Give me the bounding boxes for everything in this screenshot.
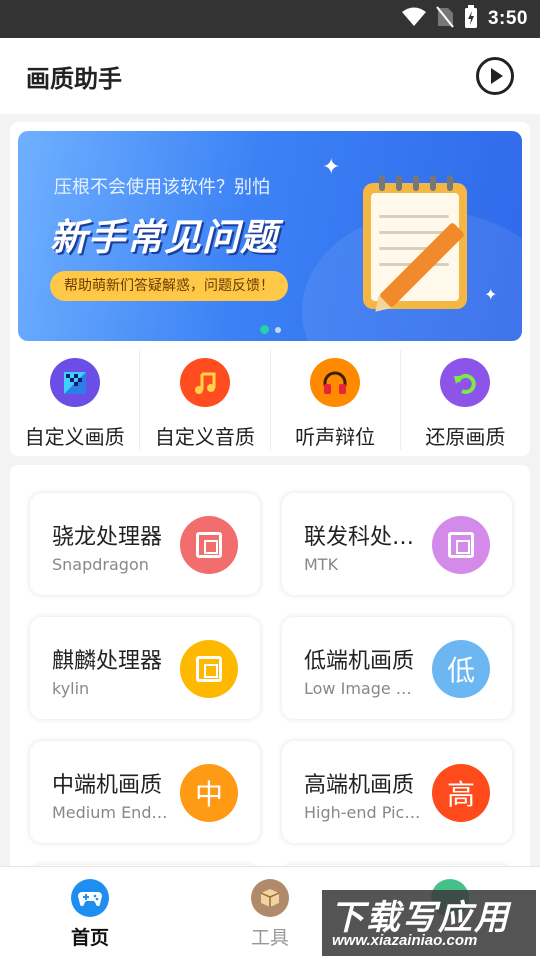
- banner-carousel[interactable]: 压根不会使用该软件？别怕 新手常见问题 帮助萌新们答疑解惑，问题反馈！ ✦ ✦: [18, 131, 522, 341]
- clock: 3:50: [487, 8, 528, 29]
- status-bar: 3:50: [0, 0, 540, 38]
- nav-tab-label: 首页: [70, 927, 109, 949]
- tile-low-end[interactable]: 低端机画质 Low Image Quality 低: [282, 617, 512, 719]
- watermark-url: www.xiazainiao.com: [332, 932, 478, 949]
- tile-high-end[interactable]: 高端机画质 High-end Picture Quality 高: [282, 741, 512, 843]
- quick-action-label: 自定义音质: [154, 425, 255, 449]
- tile-title: 中端机画质: [52, 773, 163, 798]
- carousel-dot-active: [260, 325, 269, 334]
- tile-subtitle: Medium End Quality: [52, 803, 170, 822]
- chip-icon: [180, 640, 238, 698]
- banner-headline: 新手常见问题: [50, 216, 278, 259]
- quick-action-label: 还原画质: [425, 425, 506, 449]
- quick-action-custom-picture[interactable]: 自定义画质: [10, 350, 141, 450]
- mid-badge-icon: 中: [180, 764, 238, 822]
- page-title: 画质助手: [26, 64, 122, 93]
- box-icon: [251, 879, 289, 917]
- tile-title: 骁龙处理器: [52, 525, 163, 550]
- nav-tab-label: 工具: [250, 927, 289, 949]
- sparkle-icon: ✦: [322, 155, 341, 180]
- picture-quality-icon: [49, 358, 100, 407]
- carousel-indicator: [260, 325, 281, 334]
- tile-subtitle: High-end Picture Quality: [304, 803, 422, 822]
- quick-action-custom-audio[interactable]: 自定义音质: [140, 350, 271, 450]
- nav-tab-home[interactable]: 首页: [0, 867, 180, 960]
- banner-subtitle: 压根不会使用该软件？别怕: [54, 177, 270, 198]
- carousel-dot: [275, 326, 281, 333]
- quick-actions: 自定义画质 自定义音质 听声辩位 还原画质: [10, 350, 530, 450]
- tile-mtk[interactable]: 联发科处理器 MTK: [282, 493, 512, 595]
- headphones-icon: [310, 358, 361, 407]
- high-badge-icon: 高: [432, 764, 490, 822]
- banner-pill: 帮助萌新们答疑解惑，问题反馈！: [50, 271, 288, 301]
- tile-subtitle: Snapdragon: [52, 555, 149, 574]
- low-badge-icon: 低: [432, 640, 490, 698]
- tile-subtitle: kylin: [52, 679, 90, 698]
- undo-icon: [440, 358, 491, 407]
- music-note-icon: [179, 358, 230, 407]
- chip-icon: [432, 516, 490, 574]
- tile-title: 麒麟处理器: [52, 649, 163, 674]
- no-sim-icon: [436, 6, 454, 32]
- tile-title: 高端机画质: [304, 773, 415, 798]
- top-card: 压根不会使用该软件？别怕 新手常见问题 帮助萌新们答疑解惑，问题反馈！ ✦ ✦: [10, 122, 530, 456]
- quick-action-restore-picture[interactable]: 还原画质: [401, 350, 530, 450]
- tile-snapdragon[interactable]: 骁龙处理器 Snapdragon: [30, 493, 260, 595]
- gamepad-icon: [71, 879, 109, 917]
- tile-subtitle: Low Image Quality: [304, 679, 422, 698]
- tile-subtitle: MTK: [304, 555, 339, 574]
- tile-kylin[interactable]: 麒麟处理器 kylin: [30, 617, 260, 719]
- tile-mid-end[interactable]: 中端机画质 Medium End Quality 中: [30, 741, 260, 843]
- watermark: 下载写应用 www.xiazainiao.com: [322, 890, 536, 956]
- wifi-icon: [401, 7, 426, 31]
- quick-action-sound-locate[interactable]: 听声辩位: [271, 350, 401, 450]
- preset-grid: 骁龙处理器 Snapdragon 联发科处理器 MTK 麒麟处理器 kylin …: [10, 465, 530, 885]
- play-circle-icon[interactable]: [476, 57, 514, 95]
- quick-action-label: 自定义画质: [24, 425, 125, 449]
- quick-action-label: 听声辩位: [295, 425, 376, 449]
- chip-icon: [180, 516, 238, 574]
- battery-charging-icon: [464, 5, 478, 33]
- tile-title: 联发科处理器: [304, 525, 416, 550]
- app-bar: 画质助手: [0, 38, 540, 114]
- sparkle-icon: ✦: [484, 285, 498, 304]
- tile-title: 低端机画质: [304, 649, 415, 674]
